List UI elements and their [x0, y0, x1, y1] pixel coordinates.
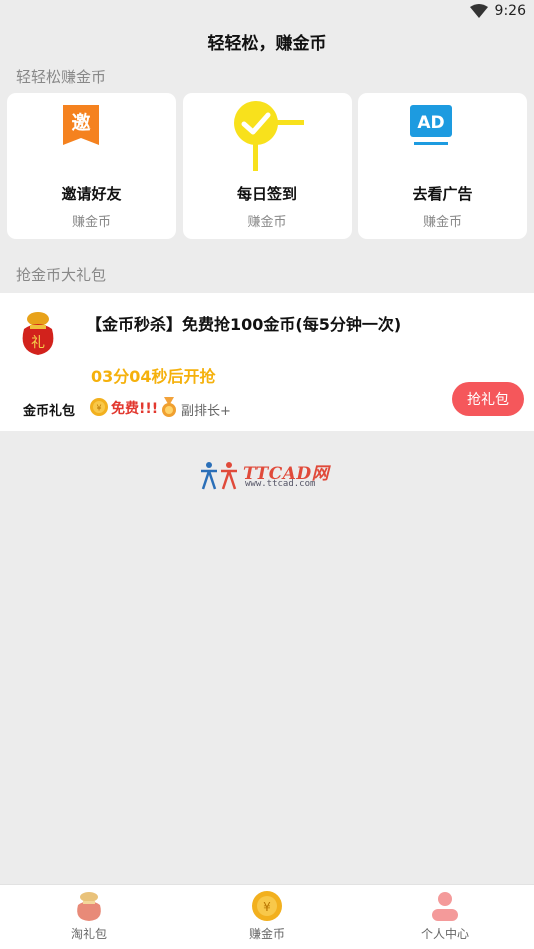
daily-checkin-subtitle: 赚金币 [247, 215, 287, 230]
section-earn-label: 轻轻松赚金币 [16, 68, 107, 86]
grab-gift-button[interactable]: 抢礼包 [452, 382, 524, 416]
watermark-logo: TTCAD网 www.ttcad.com [199, 459, 339, 493]
coin-icon-glyph: ¥ [96, 404, 101, 413]
page-title: 轻轻松，赚金币 [207, 34, 327, 54]
gift-bag-glyph: 礼 [31, 335, 45, 351]
watch-ads-card[interactable]: AD 去看广告 赚金币 [358, 93, 527, 239]
tab-earn-coins[interactable]: ¥ 赚金币 [178, 885, 356, 949]
tab-coin-glyph: ¥ [263, 900, 271, 914]
tab-profile[interactable]: 个人中心 [356, 885, 534, 949]
gift-name: 金币礼包 [23, 404, 76, 419]
tab-gift-bag-label: 淘礼包 [70, 927, 107, 941]
gift-list-item: 礼 【金币秒杀】免费抢100金币(每5分钟一次) 03分04秒后开抢 金币礼包 … [0, 293, 534, 431]
checkin-icon [233, 101, 304, 171]
invite-icon: 邀 [63, 105, 99, 145]
gift-rank: 副排长+ [181, 404, 231, 419]
watch-ads-title: 去看广告 [412, 185, 473, 203]
gift-bag-icon [77, 892, 101, 921]
invite-friends-card[interactable]: 邀 邀请好友 赚金币 [7, 93, 176, 239]
tab-profile-label: 个人中心 [420, 927, 469, 941]
invite-friends-title: 邀请好友 [61, 185, 122, 203]
user-icon [432, 892, 458, 921]
coin-icon: ¥ [252, 891, 282, 921]
daily-checkin-card[interactable]: 每日签到 赚金币 [182, 93, 352, 239]
gift-countdown: 03分04秒后开抢 [91, 367, 216, 386]
gift-bag-icon: 礼 [22, 312, 54, 355]
gift-title: 【金币秒杀】免费抢100金币(每5分钟一次) [86, 315, 402, 334]
section-gift-label: 抢金币大礼包 [16, 266, 107, 284]
status-time: 9:26 [494, 3, 526, 19]
watermark-url: www.ttcad.com [245, 479, 316, 489]
coin-icon: ¥ [90, 398, 108, 416]
ad-icon: AD [410, 105, 452, 145]
bottom-tab-bar: 淘礼包 ¥ 赚金币 个人中心 [0, 884, 534, 949]
daily-checkin-title: 每日签到 [236, 185, 297, 203]
ad-icon-text: AD [417, 113, 444, 133]
wifi-icon [470, 4, 488, 18]
earn-cards: 邀 邀请好友 赚金币 每日签到 赚金币 AD 去看广告 赚金币 [0, 93, 534, 239]
medal-icon [162, 397, 176, 417]
tab-earn-coins-label: 赚金币 [248, 927, 285, 941]
ttcad-logo-icon [201, 462, 237, 490]
tab-gift-bag[interactable]: 淘礼包 [0, 885, 178, 949]
invite-friends-subtitle: 赚金币 [71, 215, 111, 230]
status-bar: 9:26 [0, 0, 534, 24]
invite-icon-glyph: 邀 [71, 111, 91, 134]
gift-price: 免费!!! [111, 401, 159, 417]
watch-ads-subtitle: 赚金币 [422, 215, 462, 230]
